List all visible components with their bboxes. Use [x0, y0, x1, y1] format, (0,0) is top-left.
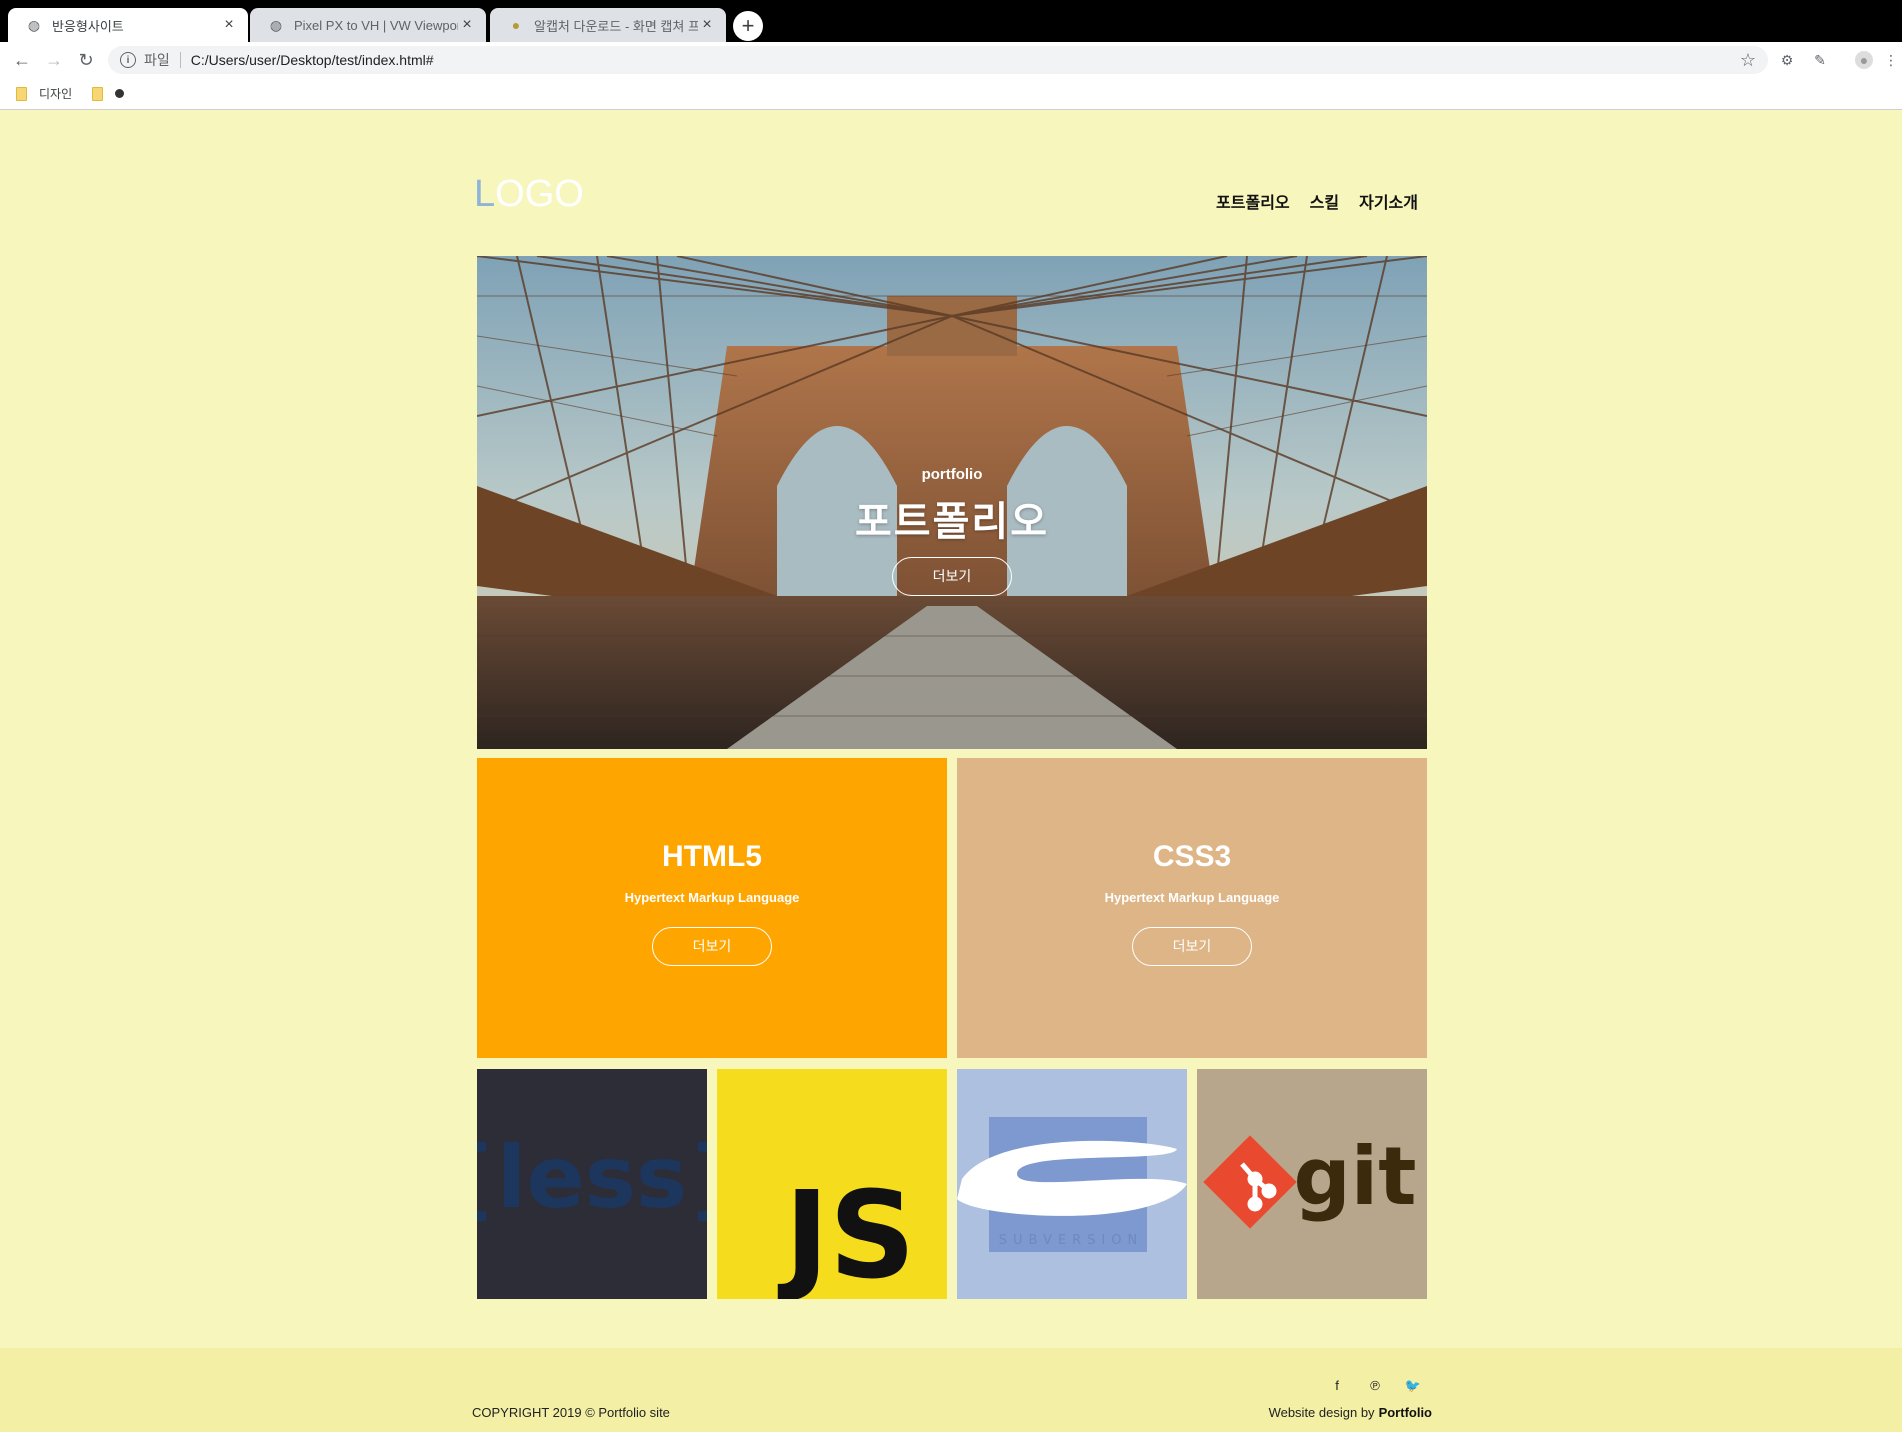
git-logo: git: [1203, 1130, 1417, 1229]
card-more-button[interactable]: 더보기: [652, 927, 772, 966]
card-title: HTML5: [662, 840, 762, 873]
credit-prefix: Website design by: [1268, 1405, 1375, 1420]
card-description: Hypertext Markup Language: [1104, 890, 1280, 905]
logo-rest: OGO: [495, 173, 584, 215]
footer: f ℗ 🐦 COPYRIGHT 2019 © Portfolio site We…: [0, 1348, 1902, 1432]
tab-title: 알캡처 다운로드 - 화면 캡쳐 프: [534, 18, 698, 34]
extension-icon[interactable]: ⚙: [1778, 51, 1796, 69]
bookmark-folder-design[interactable]: 디자인: [39, 85, 72, 102]
back-icon[interactable]: ←: [10, 48, 34, 72]
forward-icon[interactable]: →: [42, 48, 66, 72]
nav-item-skill[interactable]: 스킬: [1310, 189, 1339, 213]
copyright-text: COPYRIGHT 2019 © Portfolio site: [472, 1405, 670, 1420]
tab-inactive[interactable]: ● 알캡처 다운로드 - 화면 캡쳐 프 ×: [490, 8, 726, 42]
tile-javascript[interactable]: JS: [717, 1069, 947, 1299]
hero-text: portfolio 포트폴리오 더보기: [477, 466, 1427, 596]
git-logo-text: git: [1294, 1130, 1417, 1223]
page-body: LOGO 포트폴리오 스킬 자기소개 portfolio 포트폴리오 더보기 H…: [0, 111, 1902, 1432]
card-description: Hypertext Markup Language: [624, 890, 800, 905]
reload-icon[interactable]: ↻: [74, 48, 98, 72]
less-logo-text: {less}: [477, 1128, 707, 1228]
bookmarks-bar: 디자인: [0, 78, 1902, 110]
close-icon[interactable]: ×: [220, 16, 238, 34]
nav-item-portfolio[interactable]: 포트폴리오: [1216, 189, 1290, 213]
logo-first-letter: L: [474, 173, 496, 215]
address-separator: [179, 52, 181, 68]
subversion-logo-text: SUBVERSION: [999, 1233, 1143, 1248]
folder-icon[interactable]: [92, 86, 104, 101]
facebook-icon[interactable]: f: [1328, 1378, 1346, 1394]
menu-icon[interactable]: ⋮: [1884, 51, 1898, 69]
bookmark-dot-icon[interactable]: [115, 89, 125, 98]
star-icon[interactable]: ☆: [1740, 50, 1756, 71]
address-url[interactable]: C:/Users/user/Desktop/test/index.html#: [191, 52, 434, 68]
eyedropper-icon[interactable]: ✎: [1811, 51, 1829, 69]
tile-less[interactable]: {less}: [477, 1069, 707, 1299]
tile-git[interactable]: git: [1197, 1069, 1427, 1299]
address-bar[interactable]: i 파일 C:/Users/user/Desktop/test/index.ht…: [108, 46, 1768, 74]
logo[interactable]: LOGO: [474, 173, 584, 216]
tab-inactive[interactable]: ◍ Pixel PX to VH | VW Viewport c ×: [250, 8, 486, 42]
globe-icon: ◍: [27, 16, 41, 33]
tab-title: 반응형사이트: [52, 18, 124, 34]
globe-icon: ◍: [269, 16, 283, 33]
javascript-logo-text: JS: [777, 1167, 915, 1299]
address-scheme: 파일: [144, 52, 170, 68]
new-tab-button[interactable]: +: [733, 11, 763, 41]
close-icon[interactable]: ×: [698, 16, 716, 34]
subversion-logo: SUBVERSION: [957, 1117, 1187, 1252]
card-html5: HTML5 Hypertext Markup Language 더보기: [477, 758, 947, 1058]
profile-icon[interactable]: ●: [1855, 51, 1873, 69]
pinterest-icon[interactable]: ℗: [1366, 1378, 1384, 1394]
info-icon[interactable]: i: [120, 52, 136, 68]
hero-subtitle: portfolio: [921, 466, 983, 483]
alcapture-icon: ●: [511, 17, 521, 33]
nav-item-about[interactable]: 자기소개: [1359, 189, 1418, 213]
credit-name[interactable]: Portfolio: [1379, 1405, 1432, 1420]
hero-title: 포트폴리오: [855, 500, 1049, 544]
javascript-logo: JS: [777, 1167, 915, 1299]
tile-subversion[interactable]: SUBVERSION: [957, 1069, 1187, 1299]
credit-text: Website design by Portfolio: [1269, 1405, 1432, 1420]
browser-tab-strip: ◍ 반응형사이트 × ◍ Pixel PX to VH | VW Viewpor…: [0, 0, 1902, 42]
card-more-button[interactable]: 더보기: [1132, 927, 1252, 966]
hero-banner: portfolio 포트폴리오 더보기: [477, 256, 1427, 749]
card-title: CSS3: [1152, 840, 1232, 873]
browser-toolbar: ← → ↻ i 파일 C:/Users/user/Desktop/test/in…: [0, 42, 1902, 78]
main-nav: 포트폴리오 스킬 자기소개: [1216, 189, 1418, 213]
less-logo: {less}: [477, 1128, 707, 1228]
social-links: f ℗ 🐦: [1328, 1378, 1422, 1394]
twitter-icon[interactable]: 🐦: [1404, 1378, 1422, 1394]
hero-more-button[interactable]: 더보기: [892, 557, 1012, 596]
folder-icon: [16, 86, 27, 101]
tab-active[interactable]: ◍ 반응형사이트 ×: [8, 8, 248, 42]
tab-title: Pixel PX to VH | VW Viewport c: [294, 17, 458, 33]
close-icon[interactable]: ×: [458, 16, 476, 34]
card-css3: CSS3 Hypertext Markup Language 더보기: [957, 758, 1427, 1058]
